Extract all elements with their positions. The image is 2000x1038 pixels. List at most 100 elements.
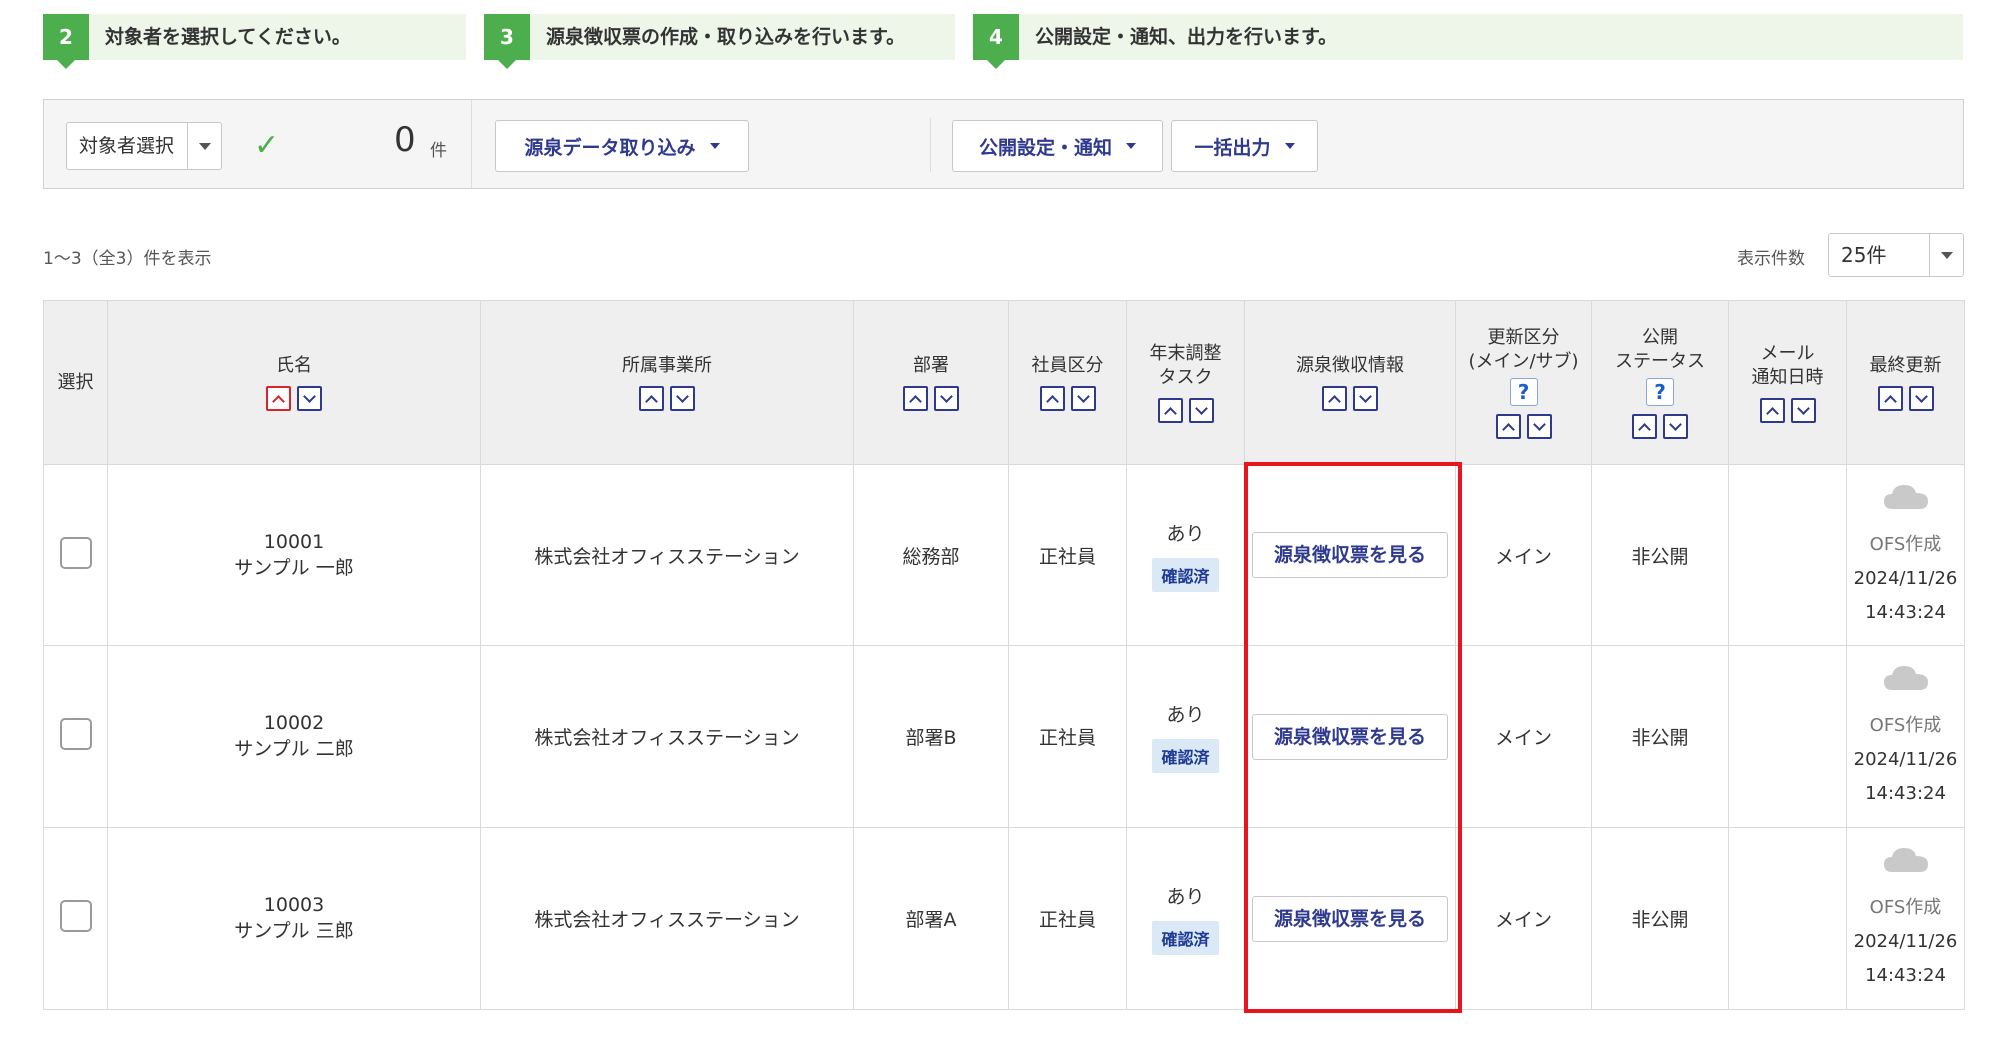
target-select-label: 対象者選択	[79, 135, 175, 157]
publish-status-cell: 非公開	[1591, 464, 1729, 646]
bulk-output-label: 一括出力	[1194, 136, 1271, 159]
sort-asc-button[interactable]	[639, 386, 664, 411]
employee-name: サンプル 一郎	[234, 556, 354, 579]
withholding-cell: 源泉徴収票を見る	[1244, 464, 1456, 646]
step-2-text: 対象者を選択してください。	[105, 26, 351, 48]
view-withholding-button[interactable]: 源泉徴収票を見る	[1252, 532, 1448, 578]
name-cell: 10001 サンプル 一郎	[107, 464, 481, 646]
sort-asc-button[interactable]	[903, 386, 928, 411]
step-3: 3 源泉徴収票の作成・取り込みを行います。	[484, 14, 955, 69]
sort-desc-button[interactable]	[1908, 386, 1934, 411]
select-cell	[43, 464, 108, 646]
sort-asc-button[interactable]	[1039, 386, 1065, 411]
chevron-down-icon	[1194, 401, 1208, 415]
sort-controls	[1729, 398, 1846, 423]
sort-controls	[108, 386, 480, 411]
header-last-update: 最終更新	[1846, 300, 1965, 465]
updated-time: 14:43:24	[1865, 601, 1946, 623]
toolbar-divider	[471, 100, 472, 188]
per-page-toggle[interactable]	[1929, 234, 1963, 276]
employee-table: 選択 氏名 所属事業所 部署 社員区分 年末調整 タスク 源泉徴収情報 更新区分…	[43, 300, 1965, 1010]
sort-desc-button[interactable]	[1790, 398, 1816, 423]
target-select-dropdown[interactable]: 対象者選択	[66, 122, 222, 170]
header-yearend-label-2: タスク	[1158, 367, 1213, 388]
chevron-up-icon	[1501, 422, 1515, 436]
header-emp-type-label: 社員区分	[1031, 355, 1104, 376]
mail-notify-cell	[1728, 645, 1847, 828]
sort-asc-button[interactable]	[1495, 414, 1521, 439]
status-badge: 確認済	[1152, 739, 1219, 773]
check-icon: ✓	[254, 128, 280, 163]
step-4-text: 公開設定・通知、出力を行います。	[1035, 26, 1338, 48]
employee-id: 10003	[263, 894, 325, 916]
target-select-toggle[interactable]	[187, 123, 221, 169]
updated-date: 2024/11/26	[1853, 931, 1958, 952]
withholding-cell: 源泉徴収票を見る	[1244, 827, 1456, 1010]
chevron-down-icon	[1796, 401, 1810, 415]
chevron-up-icon	[272, 394, 285, 408]
sort-desc-button[interactable]	[297, 386, 322, 411]
sort-asc-button[interactable]	[1157, 398, 1183, 423]
last-update-cell: OFS作成 2024/11/26 14:43:24	[1846, 827, 1965, 1010]
per-page-select[interactable]: 25件	[1828, 233, 1964, 277]
chevron-down-icon	[1359, 389, 1372, 403]
chevron-down-icon	[676, 389, 689, 403]
chevron-up-icon	[1163, 406, 1177, 420]
chevron-up-icon	[909, 394, 922, 408]
action-toolbar: 対象者選択 ✓ 0 件 源泉データ取り込み 公開設定・通知 一括出力	[43, 99, 1964, 189]
sort-desc-button[interactable]	[1353, 386, 1378, 411]
sort-asc-button[interactable]	[1877, 386, 1903, 411]
name-cell: 10002 サンプル 二郎	[107, 645, 481, 828]
header-yearend-task: 年末調整 タスク	[1126, 300, 1245, 465]
cloud-icon	[1883, 484, 1928, 509]
updated-by: OFS作成	[1869, 715, 1942, 736]
import-button[interactable]: 源泉データ取り込み	[495, 120, 749, 172]
employee-id: 10001	[263, 530, 325, 553]
header-select-label: 選択	[57, 371, 94, 393]
sort-desc-button[interactable]	[1188, 398, 1214, 423]
sort-desc-button[interactable]	[934, 386, 959, 411]
chevron-down-icon	[1284, 143, 1295, 149]
chevron-down-icon	[1532, 417, 1546, 431]
help-icon[interactable]: ?	[1509, 378, 1538, 406]
bulk-output-button[interactable]: 一括出力	[1171, 120, 1318, 172]
sort-asc-button[interactable]	[1759, 398, 1785, 423]
sort-desc-button[interactable]	[670, 386, 695, 411]
select-cell	[43, 645, 108, 828]
dept-cell: 総務部	[853, 464, 1009, 646]
sort-desc-button[interactable]	[1663, 414, 1688, 439]
last-update-cell: OFS作成 2024/11/26 14:43:24	[1846, 464, 1965, 646]
sort-controls	[481, 386, 853, 411]
emp-type-cell: 正社員	[1008, 464, 1127, 646]
chevron-down-icon	[199, 143, 211, 150]
view-withholding-button[interactable]: 源泉徴収票を見る	[1252, 713, 1448, 760]
view-withholding-button[interactable]: 源泉徴収票を見る	[1252, 895, 1448, 942]
office-cell: 株式会社オフィスステーション	[480, 645, 854, 828]
help-icon[interactable]: ?	[1646, 378, 1674, 406]
header-yearend-label-1: 年末調整	[1149, 343, 1222, 364]
name-cell: 10003 サンプル 三郎	[107, 827, 481, 1010]
publish-settings-label: 公開設定・通知	[978, 136, 1112, 159]
sort-controls	[1592, 414, 1728, 439]
sort-asc-button[interactable]	[1632, 414, 1657, 439]
row-checkbox[interactable]	[59, 536, 92, 569]
chevron-up-icon	[645, 394, 658, 408]
header-last-update-label: 最終更新	[1869, 355, 1942, 376]
cloud-icon	[1883, 666, 1928, 690]
table-header-row: 選択 氏名 所属事業所 部署 社員区分 年末調整 タスク 源泉徴収情報 更新区分…	[43, 300, 1965, 465]
step-3-number: 3	[484, 14, 530, 69]
sort-asc-button[interactable]	[266, 386, 291, 411]
chevron-down-icon	[1126, 143, 1136, 149]
row-checkbox[interactable]	[59, 718, 92, 750]
sort-desc-button[interactable]	[1070, 386, 1096, 411]
status-badge: 確認済	[1152, 557, 1219, 592]
header-withholding-label: 源泉徴収情報	[1296, 355, 1404, 376]
sort-asc-button[interactable]	[1322, 386, 1347, 411]
task-cell: あり 確認済	[1126, 645, 1245, 828]
sort-desc-button[interactable]	[1526, 414, 1552, 439]
row-checkbox[interactable]	[59, 900, 92, 932]
publish-settings-button[interactable]: 公開設定・通知	[952, 120, 1163, 172]
task-value: あり	[1166, 522, 1205, 545]
step-4: 4 公開設定・通知、出力を行います。	[973, 14, 1963, 69]
updated-date: 2024/11/26	[1853, 567, 1958, 589]
